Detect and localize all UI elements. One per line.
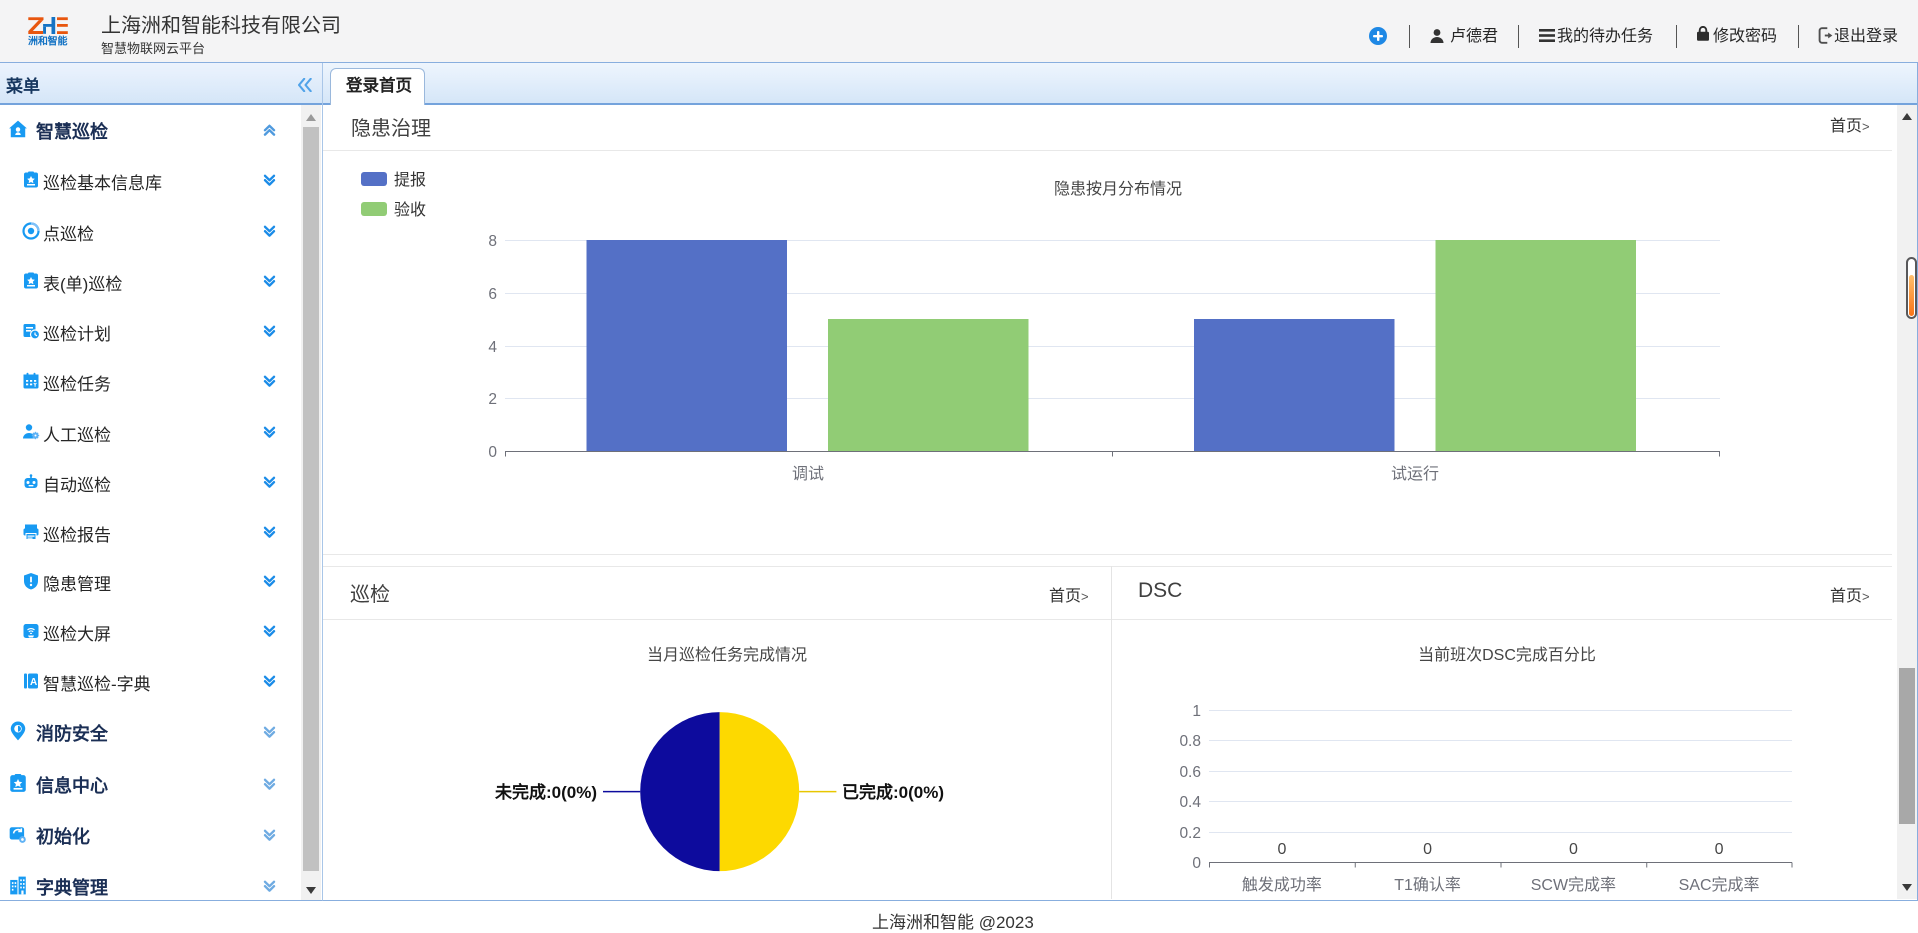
svg-text:触发成功率: 触发成功率 xyxy=(1242,876,1322,894)
svg-text:0.6: 0.6 xyxy=(1179,764,1201,781)
svg-text:4: 4 xyxy=(488,339,497,356)
svg-text:0: 0 xyxy=(1715,841,1724,858)
svg-text:已完成:0(0%): 已完成:0(0%) xyxy=(842,782,944,802)
svg-text:调试: 调试 xyxy=(792,465,824,483)
svg-text:0: 0 xyxy=(1423,841,1432,858)
svg-text:0: 0 xyxy=(1277,841,1286,858)
svg-text:0.8: 0.8 xyxy=(1179,733,1201,750)
svg-text:SCW完成率: SCW完成率 xyxy=(1531,876,1616,894)
svg-text:8: 8 xyxy=(488,233,497,250)
svg-text:试运行: 试运行 xyxy=(1391,465,1439,483)
svg-text:6: 6 xyxy=(488,286,497,303)
svg-text:0.4: 0.4 xyxy=(1179,794,1201,811)
svg-text:A: A xyxy=(30,677,37,688)
svg-text:SAC完成率: SAC完成率 xyxy=(1679,876,1760,894)
svg-text:0.2: 0.2 xyxy=(1179,825,1201,842)
svg-text:1: 1 xyxy=(1192,703,1201,720)
svg-text:提报: 提报 xyxy=(394,171,426,189)
svg-text:当前班次DSC完成百分比: 当前班次DSC完成百分比 xyxy=(1418,646,1596,664)
svg-text:当月巡检任务完成情况: 当月巡检任务完成情况 xyxy=(647,646,807,664)
svg-text:2: 2 xyxy=(488,391,497,408)
svg-text:未完成:0(0%): 未完成:0(0%) xyxy=(494,782,597,802)
svg-text:0: 0 xyxy=(488,444,497,461)
svg-text:验收: 验收 xyxy=(394,201,426,219)
svg-text:0: 0 xyxy=(1569,841,1578,858)
svg-text:T1确认率: T1确认率 xyxy=(1394,876,1461,894)
svg-text:洲和智能: 洲和智能 xyxy=(28,35,68,47)
svg-text:隐患按月分布情况: 隐患按月分布情况 xyxy=(1054,180,1182,198)
svg-text:0: 0 xyxy=(1192,855,1201,872)
